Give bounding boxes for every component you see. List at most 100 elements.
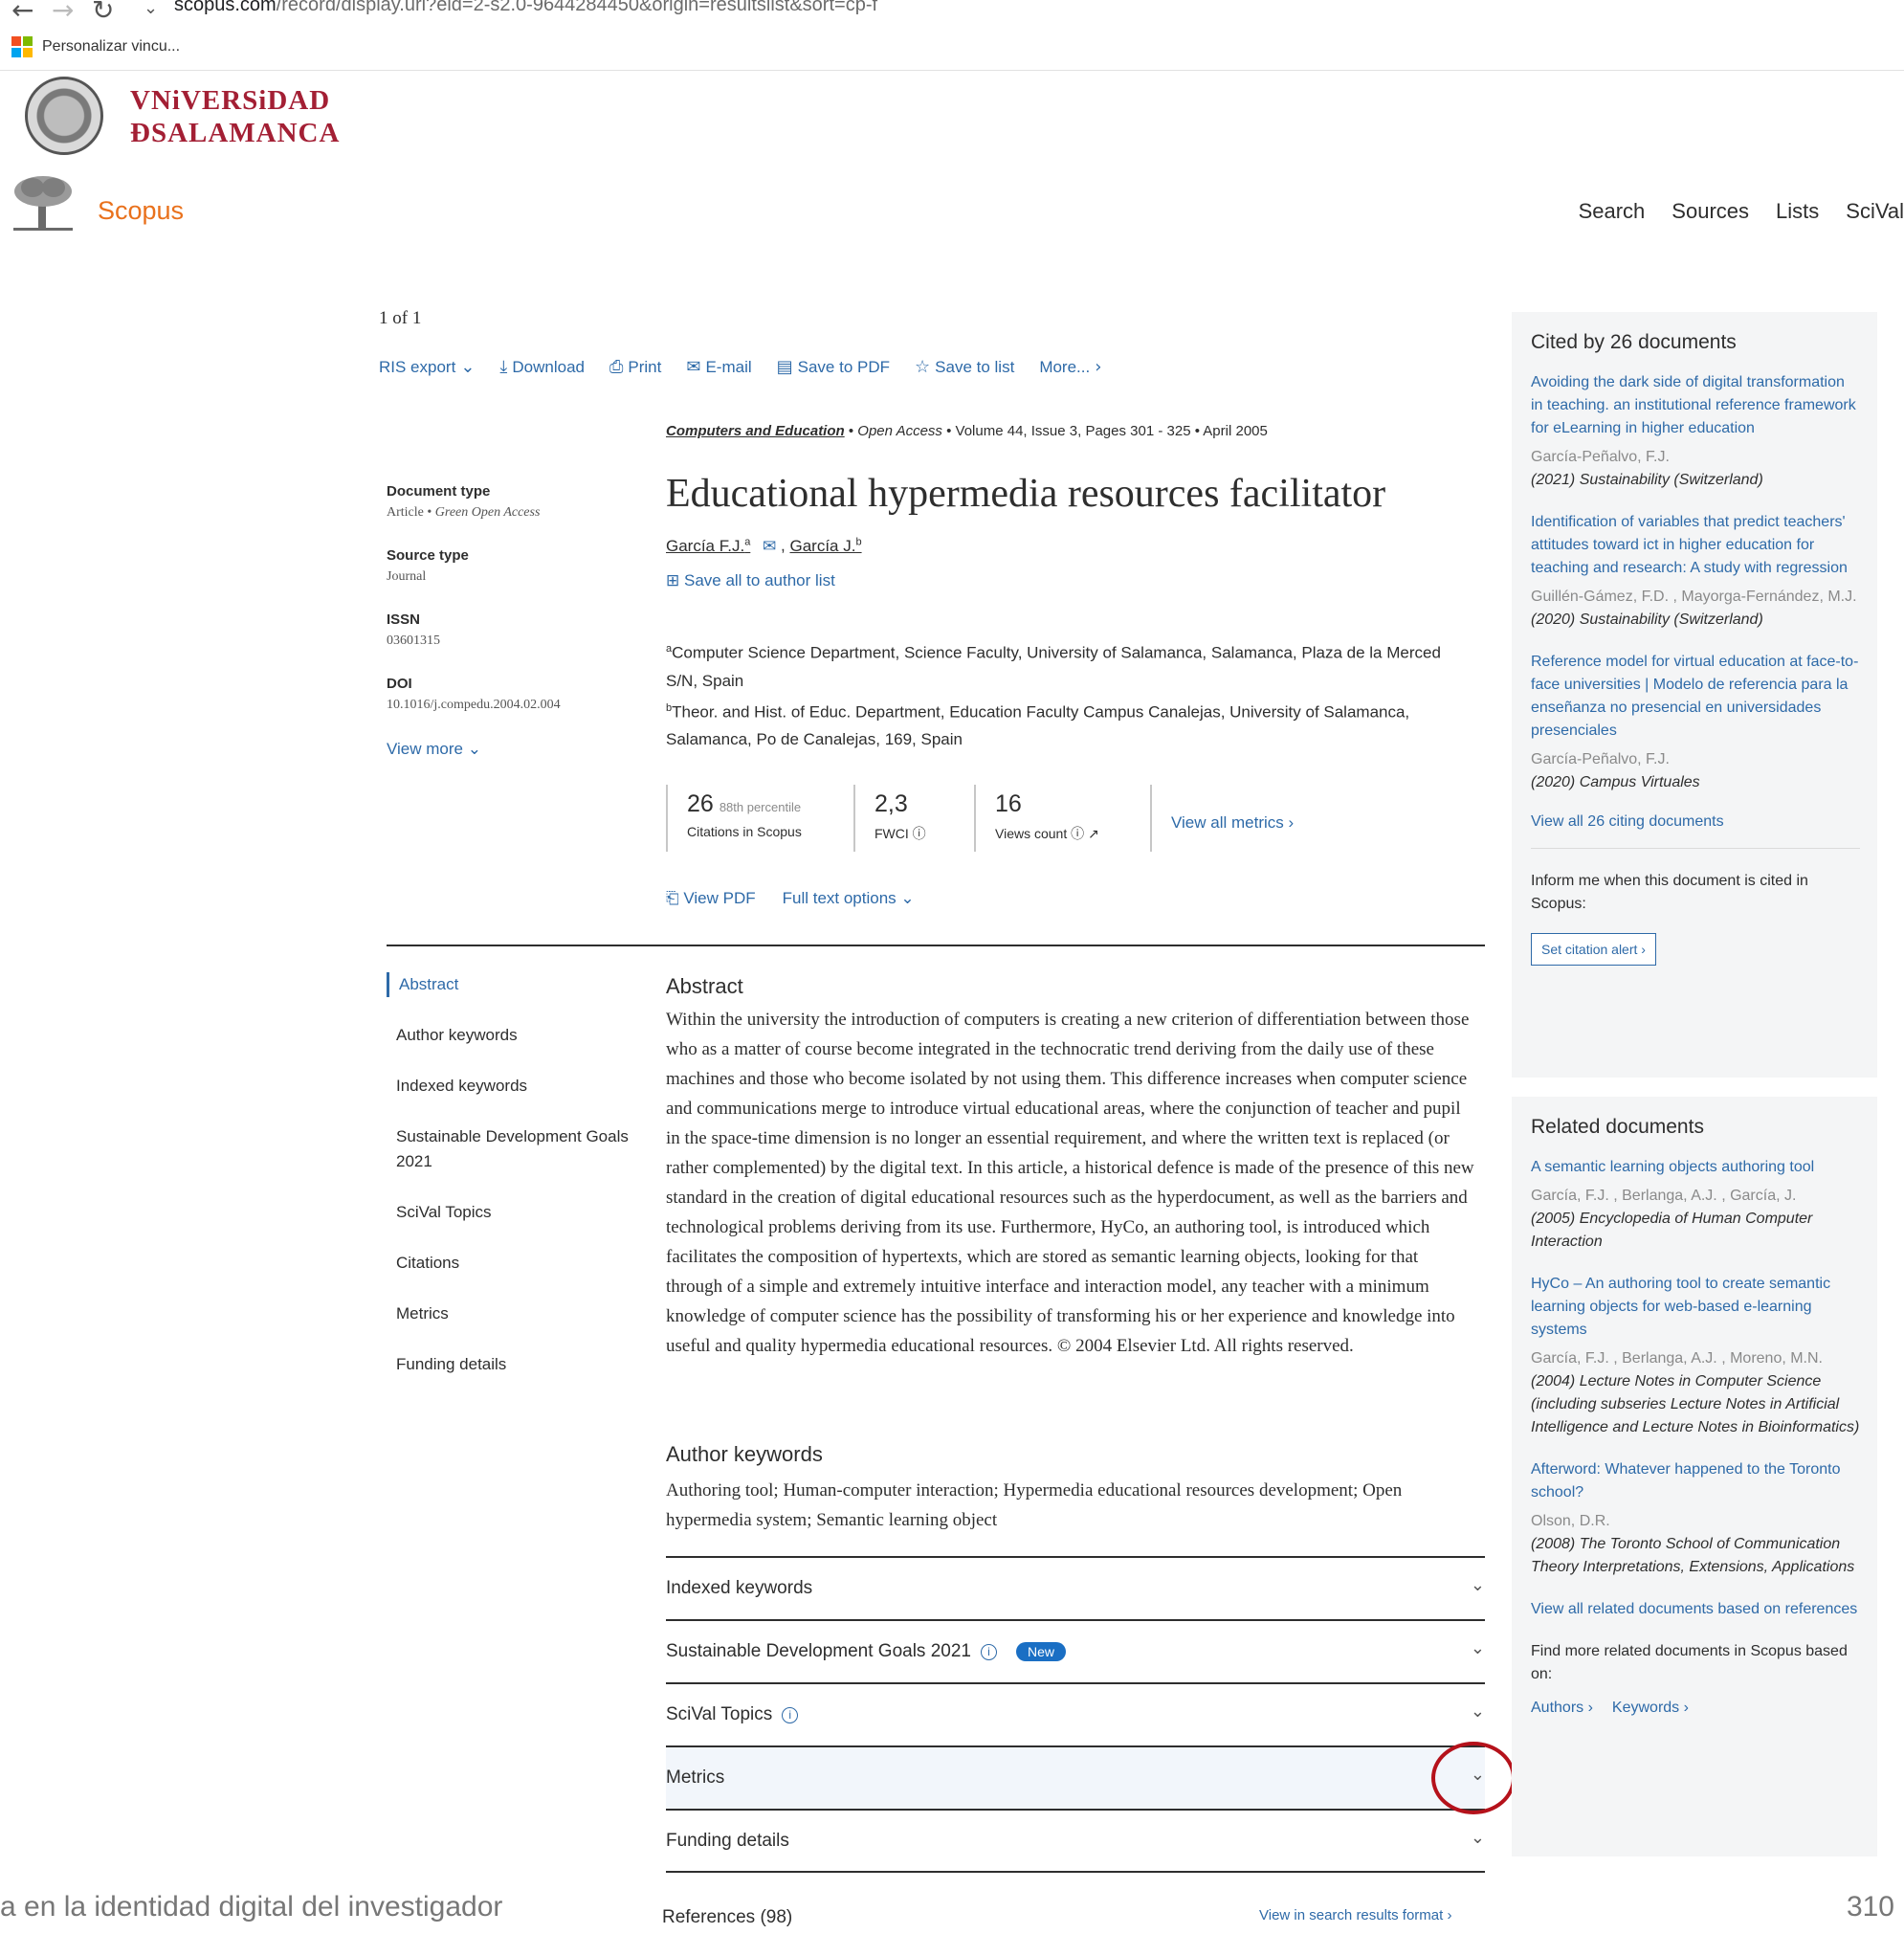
site-info-icon[interactable]: ⌄	[144, 0, 158, 18]
volume-info: Volume 44, Issue 3, Pages 301 - 325	[955, 423, 1191, 439]
chevron-right-icon: ›	[1095, 357, 1102, 377]
full-text-options-button[interactable]: Full text options ⌄	[783, 889, 915, 908]
ris-export-button[interactable]: RIS export ⌄	[379, 357, 475, 377]
save-to-pdf-button[interactable]: ▤ Save to PDF	[777, 357, 890, 377]
doctype-text: Article	[387, 505, 424, 520]
university-seal-icon	[25, 77, 103, 155]
citing-doc-authors: García-Peñalvo, F.J.	[1531, 751, 1670, 767]
find-more-text: Find more related documents in Scopus ba…	[1531, 1643, 1848, 1682]
accordion-label: Funding details	[666, 1831, 789, 1851]
reload-icon[interactable]: ↻	[92, 0, 114, 26]
doi-value: 10.1016/j.compedu.2004.02.004	[387, 698, 561, 712]
print-button[interactable]: ⎙ Print	[609, 357, 661, 377]
page-footer-text: a en la identidad digital del investigad…	[0, 1891, 503, 1923]
download-label: Download	[512, 357, 585, 376]
email-button[interactable]: ✉ E-mail	[686, 357, 751, 377]
metrics-summary: 26 88th percentile Citations in Scopus 2,…	[666, 785, 1313, 852]
section-nav-abstract[interactable]: Abstract	[387, 972, 635, 997]
cited-by-heading: Cited by 26 documents	[1531, 331, 1737, 353]
metrics-accordion[interactable]: Metrics ⌄	[666, 1745, 1485, 1809]
chevron-right-icon: ›	[1288, 813, 1295, 832]
views-count: 16	[995, 790, 1022, 817]
url-host: scopus.com	[174, 0, 277, 15]
funding-details-accordion[interactable]: Funding details ⌄	[666, 1809, 1485, 1872]
save-all-label: Save all to author list	[683, 571, 835, 589]
sdg-accordion[interactable]: Sustainable Development Goals 2021 i New…	[666, 1619, 1485, 1682]
citing-doc-link[interactable]: Identification of variables that predict…	[1531, 511, 1860, 580]
url-path: /record/display.uri?eid=2-s2.0-964428445…	[276, 0, 878, 15]
issn-label: ISSN	[387, 611, 421, 628]
view-pdf-button[interactable]: ⎗ View PDF	[666, 889, 756, 908]
section-nav-citations[interactable]: Citations	[387, 1251, 635, 1276]
scopus-logo[interactable]: Scopus	[98, 196, 184, 226]
view-in-search-results-link[interactable]: View in search results format ›	[1259, 1907, 1451, 1923]
chevron-down-icon: ⌄	[900, 889, 915, 907]
citing-doc-journal: (2020) Campus Virtuales	[1531, 774, 1700, 790]
affiliation: bTheor. and Hist. of Educ. Department, E…	[666, 695, 1464, 754]
author-name: García F.J.	[666, 536, 745, 555]
save-all-to-author-list-button[interactable]: ⊞ Save all to author list	[666, 571, 835, 590]
set-citation-alert-button[interactable]: Set citation alert ›	[1531, 933, 1656, 966]
university-name-line2: ÐSALAMANCA	[130, 118, 341, 148]
affiliation: aComputer Science Department, Science Fa…	[666, 635, 1464, 695]
related-doc-journal: (2008) The Toronto School of Communicati…	[1531, 1536, 1855, 1575]
related-doc-link[interactable]: Afterword: Whatever happened to the Toro…	[1531, 1458, 1860, 1504]
nav-sources[interactable]: Sources	[1672, 199, 1749, 224]
address-bar[interactable]: scopus.com/record/display.uri?eid=2-s2.0…	[174, 0, 877, 16]
university-logo[interactable]: VNiVERSiDAD ÐSALAMANCA	[130, 84, 340, 149]
view-all-metrics-link[interactable]: View all metrics ›	[1171, 790, 1294, 833]
source-type-label: Source type	[387, 547, 469, 564]
section-nav-indexed-keywords[interactable]: Indexed keywords	[387, 1074, 635, 1099]
download-button[interactable]: ⤓ Download	[499, 357, 585, 377]
journal-link[interactable]: Computers and Education	[666, 423, 845, 439]
info-icon[interactable]: i	[980, 1643, 997, 1660]
pdf-icon: ▤	[776, 357, 793, 377]
section-nav-author-keywords[interactable]: Author keywords	[387, 1023, 635, 1048]
citation-alert-text: Inform me when this document is cited in…	[1531, 873, 1808, 912]
bookmark-item[interactable]: Personalizar vincu...	[11, 36, 180, 57]
accordion-label: Metrics	[666, 1767, 725, 1788]
related-by-authors-link[interactable]: Authors ›	[1531, 1700, 1593, 1717]
save-to-list-button[interactable]: ☆ Save to list	[915, 357, 1014, 377]
section-nav-scival-topics[interactable]: SciVal Topics	[387, 1200, 635, 1225]
author-link[interactable]: García J.b	[789, 536, 861, 555]
view-all-related-link[interactable]: View all related documents based on refe…	[1531, 1598, 1860, 1621]
back-icon[interactable]: ←	[11, 0, 33, 26]
doctype-label: Document type	[387, 483, 491, 500]
info-icon[interactable]: i	[782, 1706, 799, 1723]
nav-scival[interactable]: SciVal	[1846, 199, 1904, 224]
help-icon[interactable]: ⓘ	[1071, 826, 1084, 841]
related-heading: Related documents	[1531, 1116, 1704, 1138]
nav-search[interactable]: Search	[1579, 199, 1646, 224]
citing-doc-link[interactable]: Avoiding the dark side of digital transf…	[1531, 371, 1860, 440]
citing-doc-link[interactable]: Reference model for virtual education at…	[1531, 651, 1860, 743]
related-doc-link[interactable]: HyCo – An authoring tool to create seman…	[1531, 1273, 1860, 1342]
view-more-link[interactable]: View more ⌄	[387, 740, 626, 759]
set-citation-alert-label: Set citation alert	[1541, 942, 1638, 957]
bookmark-label: Personalizar vincu...	[42, 38, 181, 55]
doctype-value: Article • Green Open Access	[387, 505, 541, 520]
scival-topics-accordion[interactable]: SciVal Topics i ⌄	[666, 1682, 1485, 1745]
related-doc-authors: García, F.J. , Berlanga, A.J. , García, …	[1531, 1188, 1797, 1204]
nav-lists[interactable]: Lists	[1776, 199, 1819, 224]
abstract-heading: Abstract	[666, 974, 743, 998]
related-by-keywords-link[interactable]: Keywords ›	[1612, 1700, 1689, 1717]
section-nav-funding[interactable]: Funding details	[387, 1352, 635, 1377]
external-link-icon[interactable]: ↗	[1088, 826, 1099, 841]
open-access-label: Open Access	[857, 423, 942, 439]
author-link[interactable]: García F.J.a	[666, 536, 750, 555]
fwci-metric: 2,3 FWCI ⓘ	[853, 785, 974, 852]
list-item: Afterword: Whatever happened to the Toro…	[1531, 1458, 1860, 1579]
document-meta: Document type Article • Green Open Acces…	[387, 483, 626, 759]
indexed-keywords-accordion[interactable]: Indexed keywords ⌄	[666, 1556, 1485, 1619]
forward-icon[interactable]: →	[52, 0, 74, 26]
help-icon[interactable]: ⓘ	[913, 826, 926, 841]
view-all-citing-link[interactable]: View all 26 citing documents	[1531, 813, 1860, 831]
citing-doc-authors: García-Peñalvo, F.J.	[1531, 449, 1670, 465]
source-type-value: Journal	[387, 569, 427, 584]
email-icon[interactable]: ✉	[763, 537, 776, 555]
section-nav-sdg[interactable]: Sustainable Development Goals 2021	[387, 1124, 635, 1174]
related-doc-link[interactable]: A semantic learning objects authoring to…	[1531, 1156, 1860, 1179]
more-button[interactable]: More... ›	[1039, 357, 1101, 377]
section-nav-metrics[interactable]: Metrics	[387, 1301, 635, 1326]
